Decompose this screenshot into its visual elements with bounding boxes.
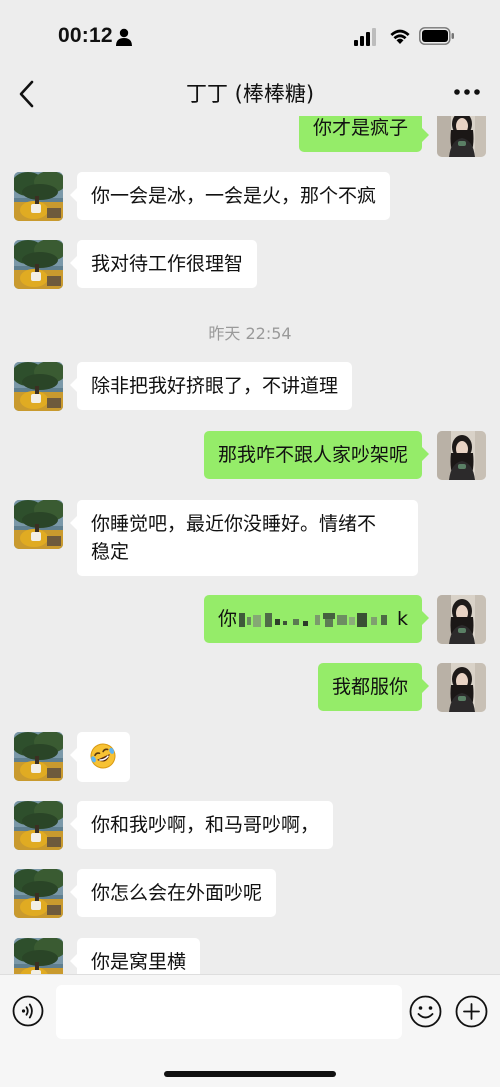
avatar[interactable] xyxy=(14,732,63,781)
message-text: 我都服你 xyxy=(331,676,408,698)
status-bar: 00:12 xyxy=(0,0,500,72)
message-text: 那我咋不跟人家吵架呢 xyxy=(217,444,408,466)
message-text-line: 稳定 xyxy=(91,541,130,563)
more-icon[interactable] xyxy=(452,82,482,102)
message-list[interactable]: 你才是疯子 你一会是冰，一会是火，那个不疯 我对待工作很理智 昨天 22:54 … xyxy=(0,116,500,974)
message-text-line: 你睡觉吧，最近你没睡好。情绪不 xyxy=(91,513,377,535)
message-text: 除非把我好挤眼了，不讲道理 xyxy=(91,375,339,397)
nav-bar: 丁丁 (棒棒糖) xyxy=(0,72,500,116)
wifi-icon xyxy=(390,29,410,44)
received-bubble[interactable] xyxy=(70,732,130,782)
avatar[interactable] xyxy=(14,240,63,289)
avatar[interactable] xyxy=(14,801,63,850)
message-text: 我对待工作很理智 xyxy=(91,253,244,275)
avatar[interactable] xyxy=(14,172,63,221)
message-text: 你一会是冰，一会是火，那个不疯 xyxy=(91,185,377,207)
chat-title: 丁丁 (棒棒糖) xyxy=(185,82,315,106)
received-bubble[interactable]: 你是窝里横 xyxy=(69,938,201,974)
message-text: 你和我吵啊，和马哥吵啊， xyxy=(91,814,320,836)
received-bubble[interactable]: 你和我吵啊，和马哥吵啊， xyxy=(69,801,334,849)
avatar[interactable] xyxy=(437,431,486,480)
sent-bubble[interactable]: 我都服你 xyxy=(317,663,430,711)
sent-bubble[interactable]: 那我咋不跟人家吵架呢 xyxy=(203,431,430,479)
emoji-icon[interactable] xyxy=(409,995,442,1028)
message-text-suffix: k xyxy=(396,608,408,630)
home-indicator xyxy=(164,1071,336,1077)
avatar[interactable] xyxy=(14,500,63,549)
received-bubble[interactable]: 你怎么会在外面吵呢 xyxy=(69,869,277,917)
avatar[interactable] xyxy=(437,595,486,644)
message-text-prefix: 你 xyxy=(217,608,237,630)
input-bar xyxy=(0,974,500,1087)
message-text: 你才是疯子 xyxy=(312,117,408,139)
avatar[interactable] xyxy=(14,362,63,411)
message-input[interactable] xyxy=(56,985,402,1039)
received-bubble[interactable]: 除非把我好挤眼了，不讲道理 xyxy=(69,362,353,410)
message-text: 你怎么会在外面吵呢 xyxy=(91,882,263,904)
plus-icon[interactable] xyxy=(455,995,488,1028)
timestamp: 昨天 22:54 xyxy=(208,324,292,343)
voice-icon[interactable] xyxy=(12,995,44,1027)
avatar[interactable] xyxy=(14,938,63,974)
status-time: 00:12 xyxy=(58,24,113,47)
rofl-emoji-icon xyxy=(90,743,116,769)
signal-icon xyxy=(354,28,376,46)
message-text: 你是窝里横 xyxy=(91,951,187,973)
sent-bubble[interactable]: 你才是疯子 xyxy=(298,116,430,152)
avatar[interactable] xyxy=(14,869,63,918)
sent-bubble[interactable]: 你 k xyxy=(203,595,430,643)
received-bubble[interactable]: 你睡觉吧，最近你没睡好。情绪不 稳定 xyxy=(70,500,418,576)
received-bubble[interactable]: 我对待工作很理智 xyxy=(69,240,258,288)
avatar[interactable] xyxy=(437,116,486,157)
battery-icon xyxy=(419,27,454,45)
avatar[interactable] xyxy=(437,663,486,712)
received-bubble[interactable]: 你一会是冰，一会是火，那个不疯 xyxy=(69,172,391,220)
person-icon xyxy=(116,28,132,46)
pixelated-redaction xyxy=(238,612,387,627)
